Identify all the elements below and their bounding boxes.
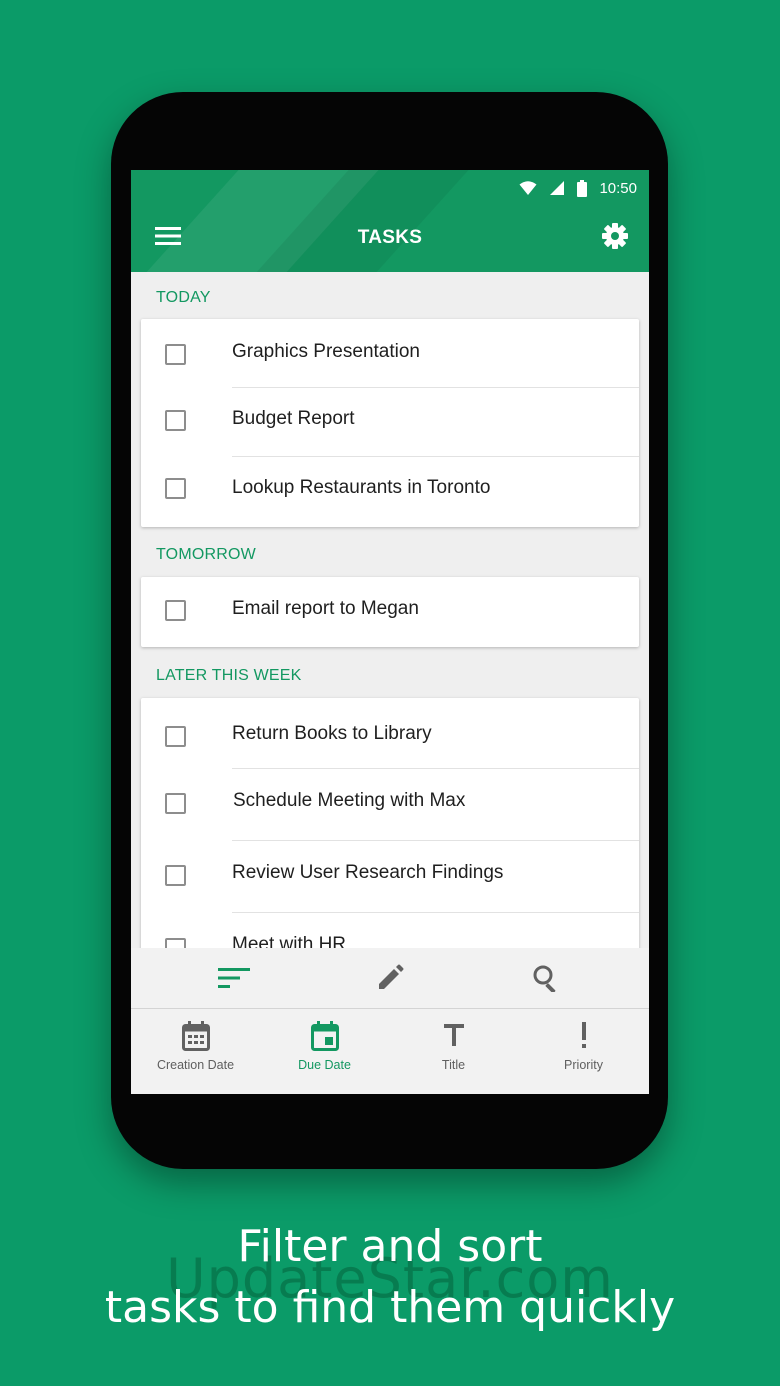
caption-line-1: Filter and sort bbox=[237, 1221, 543, 1272]
task-row[interactable]: Return Books to Library bbox=[141, 698, 639, 768]
task-checkbox[interactable] bbox=[165, 344, 186, 365]
nav-item-priority[interactable]: Priority bbox=[518, 1009, 649, 1094]
task-title: Budget Report bbox=[232, 408, 355, 429]
search-icon bbox=[533, 965, 556, 992]
cellular-signal-icon bbox=[550, 181, 565, 195]
edit-icon bbox=[379, 964, 404, 989]
sort-icon bbox=[218, 968, 250, 988]
action-bar bbox=[131, 948, 649, 1009]
status-time: 10:50 bbox=[599, 179, 637, 197]
task-title: Review User Research Findings bbox=[232, 862, 504, 883]
gear-icon[interactable] bbox=[601, 222, 629, 250]
task-row[interactable]: Schedule Meeting with Max bbox=[141, 768, 639, 840]
bottom-sort-nav: Creation Date Due Date Title Priority bbox=[131, 1009, 649, 1094]
status-bar: 10:50 bbox=[519, 178, 637, 198]
nav-label: Priority bbox=[564, 1058, 603, 1072]
task-row[interactable]: Budget Report bbox=[141, 387, 639, 456]
calendar-icon bbox=[181, 1021, 210, 1051]
task-row[interactable]: Graphics Presentation bbox=[141, 319, 639, 387]
app-bar: 10:50 TASKS bbox=[131, 170, 649, 272]
task-card-today: Graphics Presentation Budget Report Look… bbox=[141, 319, 639, 527]
task-checkbox[interactable] bbox=[165, 726, 186, 747]
task-title: Schedule Meeting with Max bbox=[233, 790, 466, 811]
task-list: TODAY Graphics Presentation Budget Repor… bbox=[131, 272, 649, 948]
section-header-tomorrow: TOMORROW bbox=[156, 546, 256, 563]
nav-item-title[interactable]: Title bbox=[389, 1009, 518, 1094]
exclamation-icon bbox=[581, 1022, 586, 1048]
task-card-later-this-week: Return Books to Library Schedule Meeting… bbox=[141, 698, 639, 948]
battery-icon bbox=[577, 179, 588, 197]
task-checkbox[interactable] bbox=[165, 600, 186, 621]
nav-label: Title bbox=[441, 1058, 466, 1072]
task-checkbox[interactable] bbox=[165, 793, 186, 814]
nav-label: Creation Date bbox=[156, 1058, 235, 1072]
text-title-icon bbox=[443, 1024, 464, 1046]
nav-item-due-date[interactable]: Due Date bbox=[260, 1009, 389, 1094]
task-checkbox[interactable] bbox=[165, 410, 186, 431]
task-row[interactable]: Review User Research Findings bbox=[141, 840, 639, 912]
task-row[interactable]: Email report to Megan bbox=[141, 577, 639, 647]
task-title: Email report to Megan bbox=[232, 598, 419, 619]
app-title: TASKS bbox=[357, 227, 423, 248]
nav-item-creation-date[interactable]: Creation Date bbox=[131, 1009, 260, 1094]
calendar-event-icon bbox=[310, 1021, 339, 1051]
phone-screen: 10:50 TASKS TODAY Graphics Presentation … bbox=[131, 170, 649, 1094]
task-checkbox[interactable] bbox=[165, 938, 186, 948]
section-header-later-this-week: LATER THIS WEEK bbox=[156, 667, 302, 684]
task-row[interactable]: Meet with HR bbox=[141, 912, 639, 948]
task-row[interactable]: Lookup Restaurants in Toronto bbox=[141, 456, 639, 527]
task-title: Graphics Presentation bbox=[232, 341, 420, 362]
edit-button[interactable] bbox=[350, 948, 430, 1008]
task-title: Return Books to Library bbox=[232, 723, 432, 744]
task-title: Meet with HR bbox=[232, 934, 347, 948]
wifi-icon bbox=[519, 181, 537, 195]
section-header-today: TODAY bbox=[156, 289, 211, 306]
caption-line-2: tasks to find them quickly bbox=[104, 1282, 676, 1333]
task-card-tomorrow: Email report to Megan bbox=[141, 577, 639, 647]
search-button[interactable] bbox=[506, 948, 586, 1008]
task-checkbox[interactable] bbox=[165, 865, 186, 886]
sort-button[interactable] bbox=[194, 948, 274, 1008]
task-checkbox[interactable] bbox=[165, 478, 186, 499]
task-title: Lookup Restaurants in Toronto bbox=[232, 477, 491, 498]
nav-label: Due Date bbox=[298, 1058, 351, 1072]
